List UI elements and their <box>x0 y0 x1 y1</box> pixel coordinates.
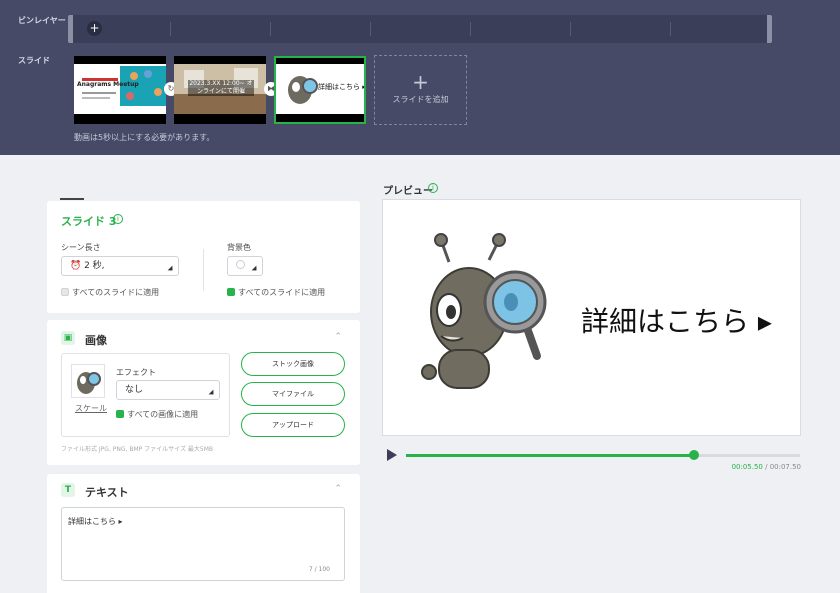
info-icon[interactable]: i <box>428 183 438 193</box>
bgm-track[interactable]: + <box>68 15 772 43</box>
slide-thumb-image: 詳細はこちら ▸ <box>276 64 366 114</box>
scene-length-value: 2 秒, <box>84 261 105 271</box>
image-settings-box: スケール エフェクト なし すべての画像に適用 <box>61 353 230 437</box>
apply-all-length-label: すべてのスライドに適用 <box>72 288 160 297</box>
image-icon: ▣ <box>61 331 75 345</box>
dropdown-arrow-icon <box>251 265 257 271</box>
play-icon[interactable] <box>387 449 397 461</box>
upload-button[interactable]: アップロード <box>241 413 345 437</box>
track-divider <box>470 22 471 36</box>
clock-icon: ⏰ <box>70 261 82 271</box>
slide-thumb-text: 2023.3.XX 12:00~ オンラインにて開催 <box>188 80 254 96</box>
preview-label: プレビュー <box>383 186 433 197</box>
track-divider <box>370 22 371 36</box>
effect-select[interactable]: なし <box>116 380 220 400</box>
slide-title: スライド 3 <box>61 215 117 228</box>
slide-thumb-text: Anagrams Meetup <box>77 81 139 88</box>
slide-thumb-image: Anagrams Meetup <box>74 64 166 114</box>
slide-thumb-3-selected[interactable]: 詳細はこちら ▸ <box>274 56 366 124</box>
preview-canvas: 詳細はこちら ▸ <box>382 199 801 436</box>
slide-thumb-1[interactable]: Anagrams Meetup <box>74 56 166 124</box>
add-slide-label: スライドを追加 <box>392 95 449 104</box>
text-section-card: T テキスト ⌃ 詳細はこちら ▸ 7 / 100 <box>47 474 360 593</box>
my-files-button[interactable]: マイファイル <box>241 382 345 406</box>
dropdown-arrow-icon <box>167 265 173 271</box>
slide-thumb-image: 2023.3.XX 12:00~ オンラインにて開催 <box>174 64 266 114</box>
collapse-icon[interactable]: ⌃ <box>334 332 342 342</box>
apply-all-bg-label: すべてのスライドに適用 <box>238 288 326 297</box>
image-section-title: 画像 <box>85 334 107 347</box>
divider <box>203 249 204 291</box>
text-input-value: 詳細はこちら ▸ <box>68 517 123 526</box>
track-divider <box>170 22 171 36</box>
progress-knob[interactable] <box>688 450 699 460</box>
track-divider <box>670 22 671 36</box>
mascot-icon <box>421 233 547 389</box>
effect-label: エフェクト <box>116 368 156 377</box>
duration-note: 動画は5秒以上にする必要があります。 <box>74 133 215 142</box>
total-time: 00:07.50 <box>769 463 801 471</box>
text-section-title: テキスト <box>85 486 129 499</box>
progress-fill <box>406 454 694 457</box>
plus-icon: + <box>412 70 429 94</box>
slide-thumb-text: 詳細はこちら ▸ <box>318 83 366 91</box>
mascot-icon <box>288 76 318 104</box>
image-section-card: ▣ 画像 ⌃ スケール エフェクト なし すべての画像に適用 ストック画像 マイ… <box>47 320 360 465</box>
bg-color-picker[interactable] <box>227 256 263 276</box>
add-bgm-button[interactable]: + <box>87 21 102 36</box>
effect-value: なし <box>125 385 144 395</box>
scene-length-select[interactable]: ⏰ 2 秒, <box>61 256 179 276</box>
scale-link[interactable]: スケール <box>75 403 107 414</box>
dropdown-arrow-icon <box>208 389 214 395</box>
apply-all-images-label: すべての画像に適用 <box>127 410 199 419</box>
add-slide-button[interactable]: + スライドを追加 <box>374 55 467 125</box>
mascot-icon <box>77 372 101 394</box>
slides-label: スライド <box>18 56 50 65</box>
progress-bar[interactable] <box>406 450 800 460</box>
info-icon[interactable]: i <box>113 214 123 224</box>
bg-color-label: 背景色 <box>227 243 251 252</box>
time-separator: / <box>762 463 770 471</box>
text-input-area[interactable]: 詳細はこちら ▸ 7 / 100 <box>61 507 345 581</box>
color-swatch <box>236 260 245 269</box>
text-icon: T <box>61 483 75 497</box>
tab-indicator <box>60 198 84 200</box>
apply-all-length-checkbox[interactable]: すべてのスライドに適用 <box>61 287 159 298</box>
time-readout: 00:05.50 / 00:07.50 <box>732 463 801 471</box>
current-time: 00:05.50 <box>731 463 763 471</box>
char-counter: 7 / 100 <box>308 566 330 573</box>
apply-all-bg-checkbox[interactable]: すべてのスライドに適用 <box>227 287 325 298</box>
collapse-icon[interactable]: ⌃ <box>334 484 342 494</box>
image-thumbnail[interactable] <box>71 364 105 398</box>
bgm-layer-label: ビンレイヤー <box>18 16 66 25</box>
slide-thumb-2[interactable]: 2023.3.XX 12:00~ オンラインにて開催 <box>174 56 266 124</box>
track-divider <box>570 22 571 36</box>
preview-slide-text: 詳細はこちら ▸ <box>581 305 772 338</box>
file-format-note: ファイル形式 JPG, PNG, BMP ファイルサイズ 最大5MB <box>61 446 213 453</box>
stock-image-button[interactable]: ストック画像 <box>241 352 345 376</box>
slide-settings-card: スライド 3 i シーン長さ ⏰ 2 秒, すべてのスライドに適用 背景色 すべ… <box>47 201 360 313</box>
track-divider <box>270 22 271 36</box>
scene-length-label: シーン長さ <box>61 243 101 252</box>
timeline-panel: ビンレイヤー スライド + Anagrams Meetup ↻ 2023.3.X… <box>0 0 840 155</box>
apply-all-images-checkbox[interactable]: すべての画像に適用 <box>116 409 198 420</box>
